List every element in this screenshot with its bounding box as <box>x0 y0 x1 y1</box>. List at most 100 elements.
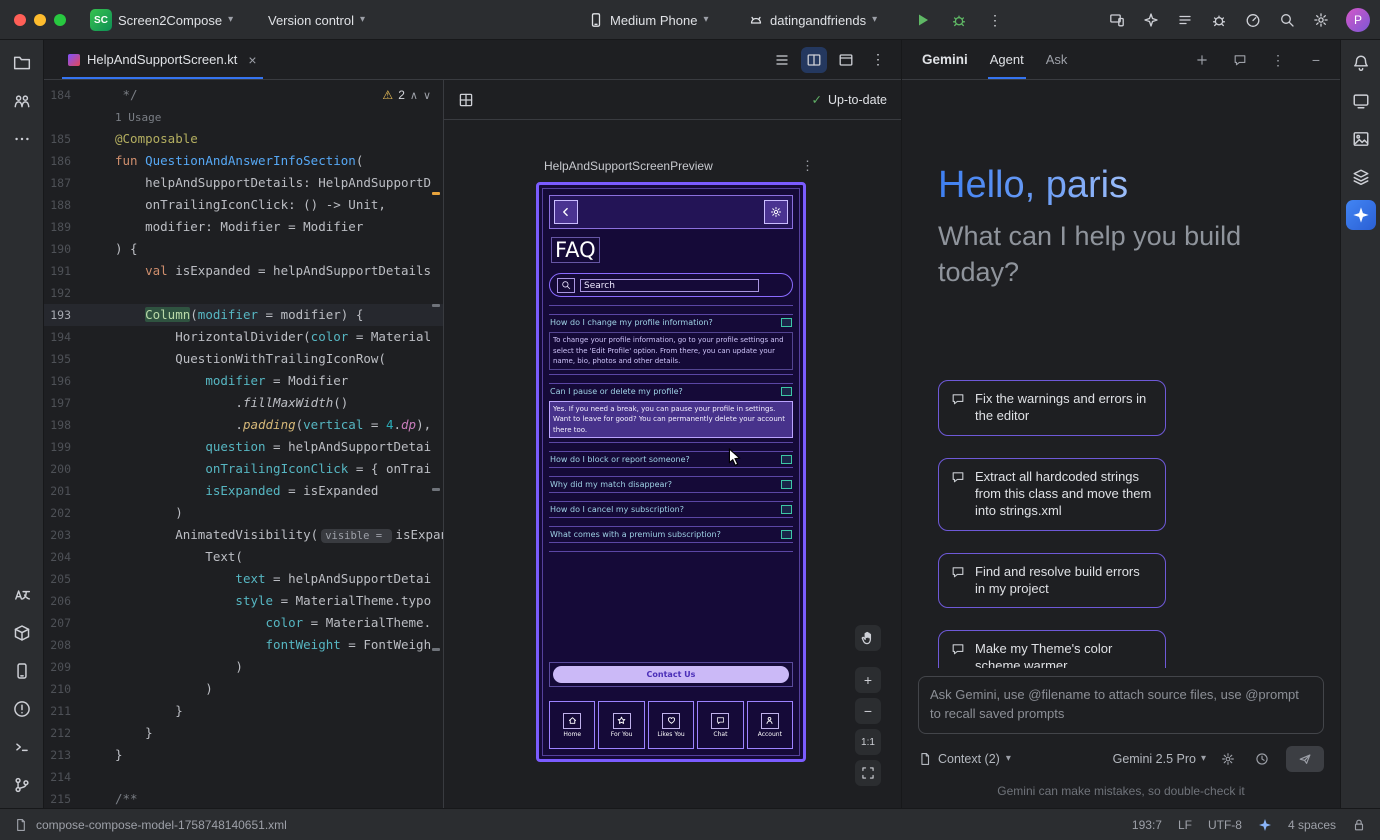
project-folder-button[interactable] <box>7 48 37 78</box>
code-line[interactable]: 209 ) <box>44 656 443 678</box>
panel-options-icon[interactable]: ⋮ <box>1266 48 1290 72</box>
nav-item-home[interactable]: Home <box>549 701 595 749</box>
code-line[interactable]: 205 text = helpAndSupportDetai <box>44 568 443 590</box>
running-devices-button[interactable] <box>7 656 37 686</box>
code-line[interactable]: 185@Composable <box>44 128 443 150</box>
zoom-window-button[interactable] <box>54 14 66 26</box>
code-line[interactable]: 204 Text( <box>44 546 443 568</box>
chat-history-button[interactable] <box>1228 48 1252 72</box>
device-selector[interactable]: Medium Phone ▾ <box>588 0 708 40</box>
code-line[interactable]: 195 QuestionWithTrailingIconRow( <box>44 348 443 370</box>
expand-icon[interactable] <box>781 480 792 489</box>
tab-agent[interactable]: Agent <box>990 40 1024 79</box>
nav-item-chat[interactable]: Chat <box>697 701 743 749</box>
code-line[interactable]: 214 <box>44 766 443 788</box>
phone-preview[interactable]: FAQ Search How do I change my profile in… <box>536 182 806 762</box>
lock-icon[interactable] <box>1352 818 1366 832</box>
expand-icon[interactable] <box>781 455 792 464</box>
suggestion-card[interactable]: Make my Theme's color scheme warmer <box>938 630 1166 668</box>
editor-options-icon[interactable]: ⋮ <box>865 47 891 73</box>
code-line[interactable]: 200 onTrailingIconClick = { onTrai <box>44 458 443 480</box>
design-view-button[interactable] <box>833 47 859 73</box>
debug-button[interactable] <box>944 5 974 35</box>
code-line[interactable]: 201 isExpanded = isExpanded <box>44 480 443 502</box>
code-line[interactable]: 188 onTrailingIconClick: () -> Unit, <box>44 194 443 216</box>
settings-button[interactable] <box>1306 5 1336 35</box>
vcs-widget[interactable]: Version control ▾ <box>268 0 365 40</box>
commits-button[interactable] <box>7 86 37 116</box>
faq-question[interactable]: How do I change my profile information? <box>549 315 793 330</box>
search-bar[interactable]: Search <box>549 273 793 297</box>
split-view-button[interactable] <box>801 47 827 73</box>
minimize-window-button[interactable] <box>34 14 46 26</box>
close-window-button[interactable] <box>14 14 26 26</box>
gemini-assist-button[interactable] <box>1136 5 1166 35</box>
code-line[interactable]: 211 } <box>44 700 443 722</box>
indent-setting[interactable]: 4 spaces <box>1288 818 1336 832</box>
expand-icon[interactable] <box>781 387 792 396</box>
new-chat-button[interactable] <box>1190 48 1214 72</box>
inspection-widget[interactable]: ⚠ 2 ∧ ∨ <box>382 88 431 102</box>
suggestion-card[interactable]: Find and resolve build errors in my proj… <box>938 553 1166 609</box>
code-line[interactable]: 189 modifier: Modifier = Modifier <box>44 216 443 238</box>
device-mirroring-button[interactable] <box>1102 5 1132 35</box>
gemini-status-icon[interactable] <box>1258 818 1272 832</box>
model-selector[interactable]: Gemini 2.5 Pro ▾ <box>1113 752 1206 766</box>
code-inlay-row[interactable]: 1 Usage <box>44 106 443 128</box>
gemini-input[interactable]: Ask Gemini, use @filename to attach sour… <box>918 676 1324 734</box>
code-line[interactable]: 208 fontWeight = FontWeigh <box>44 634 443 656</box>
next-issue-icon[interactable]: ∨ <box>423 89 431 102</box>
packages-button[interactable] <box>7 618 37 648</box>
faq-question[interactable]: How do I block or report someone? <box>549 452 793 467</box>
faq-question[interactable]: What comes with a premium subscription? <box>549 527 793 542</box>
wf-settings-button[interactable] <box>764 200 788 224</box>
code-line[interactable]: 191 val isExpanded = helpAndSupportDetai… <box>44 260 443 282</box>
version-control-button[interactable] <box>7 770 37 800</box>
run-button[interactable] <box>908 5 938 35</box>
send-button[interactable] <box>1286 746 1324 772</box>
todo-button[interactable] <box>1170 5 1200 35</box>
expand-icon[interactable] <box>781 530 792 539</box>
faq-question[interactable]: Can I pause or delete my profile? <box>549 384 793 399</box>
line-separator[interactable]: LF <box>1178 818 1192 832</box>
code-line[interactable]: 210 ) <box>44 678 443 700</box>
expand-icon[interactable] <box>781 318 792 327</box>
nav-item-account[interactable]: Account <box>747 701 793 749</box>
preview-layout-icon[interactable] <box>458 92 474 108</box>
zoom-actual-button[interactable]: 1:1 <box>855 729 881 755</box>
zoom-out-button[interactable]: − <box>855 698 881 724</box>
notifications-button[interactable] <box>1346 48 1376 78</box>
faq-question[interactable]: Why did my match disappear? <box>549 477 793 492</box>
code-line[interactable]: 199 question = helpAndSupportDetai <box>44 436 443 458</box>
code-line[interactable]: 206 style = MaterialTheme.typo <box>44 590 443 612</box>
file-encoding[interactable]: UTF-8 <box>1208 818 1242 832</box>
code-view-button[interactable] <box>769 47 795 73</box>
close-tab-icon[interactable]: × <box>248 52 256 68</box>
hide-panel-icon[interactable]: − <box>1304 48 1328 72</box>
preview-options-icon[interactable]: ⋮ <box>801 158 814 174</box>
zoom-in-button[interactable]: + <box>855 667 881 693</box>
preview-canvas[interactable]: HelpAndSupportScreenPreview ⋮ FAQ <box>444 120 901 808</box>
run-configuration-selector[interactable]: datingandfriends ▾ <box>748 0 877 40</box>
caret-position[interactable]: 193:7 <box>1132 818 1162 832</box>
strings-button[interactable] <box>7 580 37 610</box>
app-quality-insights-button[interactable] <box>1204 5 1234 35</box>
code-line[interactable]: 213} <box>44 744 443 766</box>
problems-button[interactable] <box>7 694 37 724</box>
suggestion-card[interactable]: Extract all hardcoded strings from this … <box>938 458 1166 531</box>
gemini-settings-button[interactable] <box>1216 747 1240 771</box>
pan-button[interactable] <box>855 625 881 651</box>
code-line[interactable]: 187 helpAndSupportDetails: HelpAndSuppor… <box>44 172 443 194</box>
profile-avatar[interactable]: P <box>1346 8 1370 32</box>
code-editor[interactable]: 184 */1 Usage185@Composable186fun Questi… <box>44 80 443 808</box>
code-line[interactable]: 197 .fillMaxWidth() <box>44 392 443 414</box>
search-everywhere-button[interactable] <box>1272 5 1302 35</box>
more-button[interactable] <box>7 124 37 154</box>
code-line[interactable]: 212 } <box>44 722 443 744</box>
resource-manager-button[interactable] <box>1346 162 1376 192</box>
code-line[interactable]: 190) { <box>44 238 443 260</box>
profiler-button[interactable] <box>1238 5 1268 35</box>
layout-inspector-button[interactable] <box>1346 124 1376 154</box>
gemini-button[interactable] <box>1346 200 1376 230</box>
code-line[interactable]: 198 .padding(vertical = 4.dp), <box>44 414 443 436</box>
